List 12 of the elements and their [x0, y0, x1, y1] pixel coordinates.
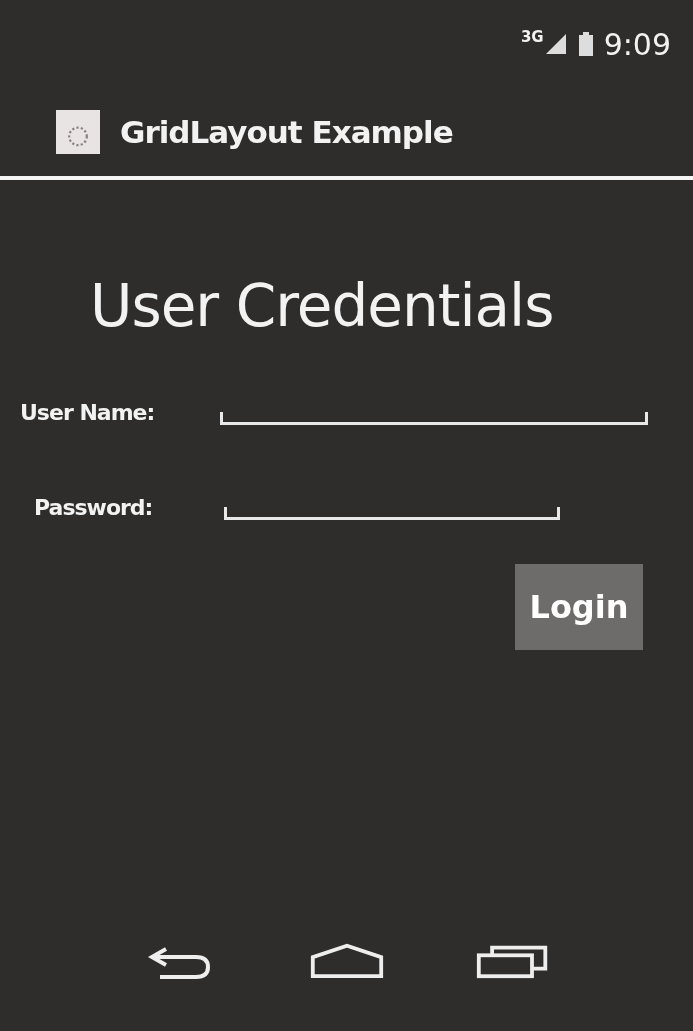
battery-icon: [577, 31, 594, 57]
clock-time: 9:09: [603, 26, 671, 62]
login-button[interactable]: Login: [515, 564, 643, 650]
input-field[interactable]: [220, 412, 648, 425]
field-label: User Name:: [20, 400, 156, 425]
field-label: Password:: [33, 495, 154, 520]
form-heading: User Credentials: [90, 272, 555, 340]
app-title: GridLayout Example: [120, 114, 453, 150]
input-field[interactable]: [224, 507, 560, 520]
app-icon: [56, 110, 100, 154]
home-icon[interactable]: [308, 941, 385, 981]
network-type: 3G: [520, 28, 544, 46]
